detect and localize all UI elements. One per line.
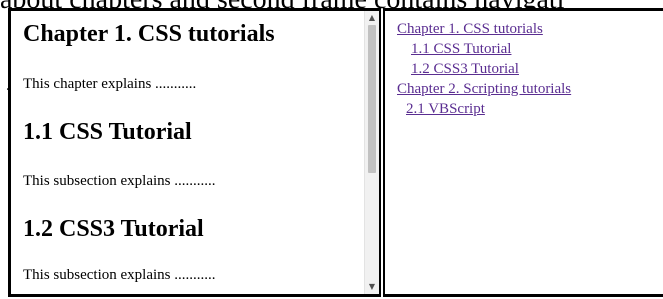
nav-link-chapter-1[interactable]: Chapter 1. CSS tutorials xyxy=(397,19,571,39)
scroll-up-arrow-icon[interactable]: ▲ xyxy=(365,11,379,25)
nav-link-chapter-2[interactable]: Chapter 2. Scripting tutorials xyxy=(397,79,571,99)
chapter-1-heading: Chapter 1. CSS tutorials xyxy=(23,21,275,47)
nav-link-css-tutorial[interactable]: 1.1 CSS Tutorial xyxy=(397,39,571,59)
chapter-1-text: This chapter explains ........... xyxy=(23,76,197,92)
scrollbar-thumb[interactable] xyxy=(368,25,376,173)
section-1-1-text: This subsection explains ........... xyxy=(23,173,216,189)
navigation-list: Chapter 1. CSS tutorials 1.1 CSS Tutoria… xyxy=(397,19,571,119)
section-1-2-text: This subsection explains ........... xyxy=(23,267,216,283)
section-1-2-heading: 1.2 CSS3 Tutorial xyxy=(23,216,204,242)
navigation-frame: Chapter 1. CSS tutorials 1.1 CSS Tutoria… xyxy=(383,8,663,297)
nav-link-vbscript[interactable]: 2.1 VBScript xyxy=(397,99,571,119)
content-frame[interactable]: Chapter 1. CSS tutorials This chapter ex… xyxy=(8,8,381,297)
section-1-1-heading: 1.1 CSS Tutorial xyxy=(23,119,192,145)
nav-link-css3-tutorial[interactable]: 1.2 CSS3 Tutorial xyxy=(397,59,571,79)
scroll-down-arrow-icon[interactable]: ▼ xyxy=(365,280,379,294)
vertical-scrollbar[interactable]: ▲ ▼ xyxy=(364,11,379,294)
